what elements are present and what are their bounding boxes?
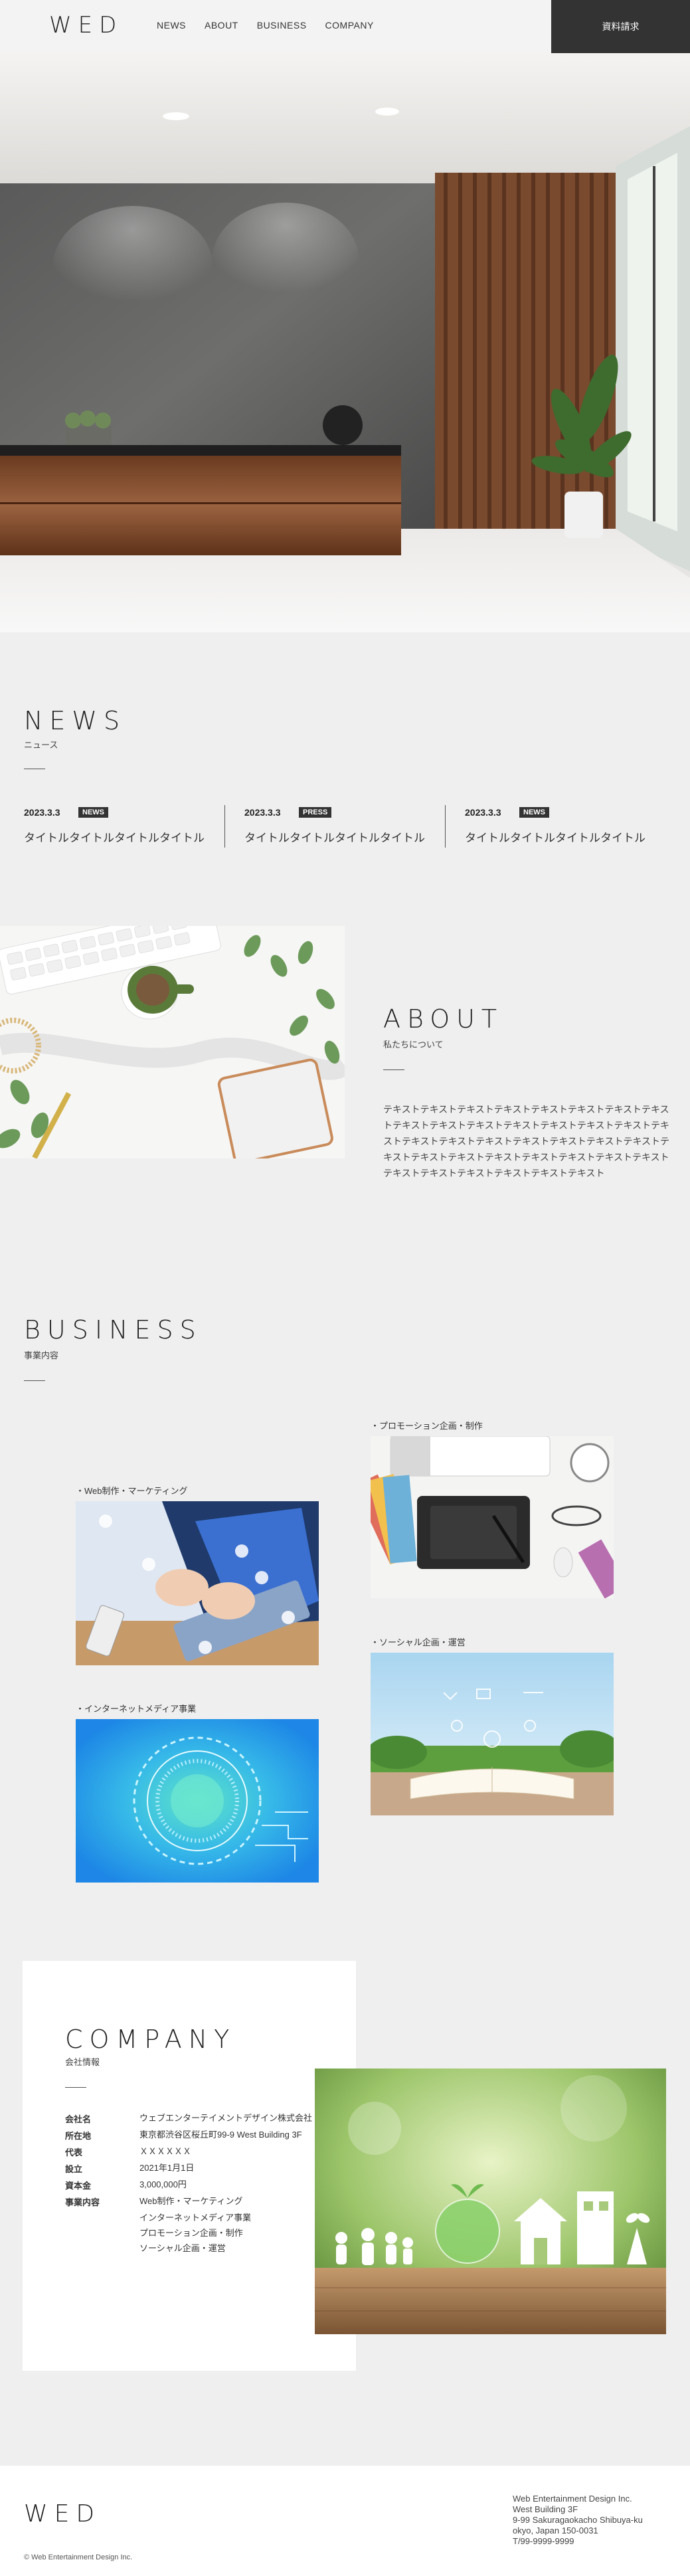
- about-divider-rule: [383, 1069, 404, 1070]
- company-row: 所在地 東京都渋谷区桜丘町99-9 West Building 3F: [65, 2129, 317, 2142]
- company-row-key: 設立: [65, 2164, 83, 2174]
- company-row-key: 代表: [65, 2148, 83, 2158]
- company-row: プロモーション企画・制作: [65, 2227, 317, 2239]
- news-date: 2023.3.3: [244, 807, 281, 818]
- hero-image: [0, 53, 690, 632]
- promotion-planning-image[interactable]: [371, 1436, 614, 1598]
- news-title-link[interactable]: タイトルタイトルタイトルタイトル: [24, 828, 205, 845]
- company-row-key: [65, 2243, 139, 2254]
- site-logo[interactable]: WED: [49, 12, 123, 39]
- news-title: NEWS: [24, 706, 127, 735]
- nav-business[interactable]: BUSINESS: [257, 20, 307, 31]
- company-row: 資本金 3,000,000円: [65, 2179, 317, 2191]
- news-title-link[interactable]: タイトルタイトルタイトルタイトル: [465, 828, 646, 845]
- news-date: 2023.3.3: [24, 807, 60, 818]
- site-footer: WED © Web Entertainment Design Inc. Web …: [0, 2466, 690, 2576]
- company-eco-image: [315, 2069, 666, 2334]
- company-row: インターネットメディア事業: [65, 2212, 317, 2223]
- nav-about[interactable]: ABOUT: [205, 20, 238, 31]
- main-nav: NEWS ABOUT BUSINESS COMPANY: [157, 20, 374, 31]
- company-title: COMPANY: [65, 2025, 236, 2054]
- company-row-key: 資本金: [65, 2181, 92, 2191]
- news-date: 2023.3.3: [465, 807, 501, 818]
- company-row-key: 会社名: [65, 2114, 92, 2124]
- company-row-value: インターネットメディア事業: [139, 2213, 252, 2223]
- news-title-link[interactable]: タイトルタイトルタイトルタイトル: [244, 828, 425, 845]
- news-item[interactable]: 2023.3.3 NEWS タイトルタイトルタイトルタイトル: [465, 807, 684, 848]
- news-column-divider: [445, 805, 446, 848]
- company-row-value: 東京都渋谷区桜丘町99-9 West Building 3F: [139, 2130, 302, 2140]
- social-planning-image[interactable]: [371, 1653, 614, 1815]
- company-row: 事業内容 Web制作・マーケティング: [65, 2195, 317, 2208]
- footer-address-line: Web Entertainment Design Inc.: [513, 2494, 632, 2504]
- site-header: WED NEWS ABOUT BUSINESS COMPANY 資料請求: [0, 0, 690, 53]
- nav-company[interactable]: COMPANY: [325, 20, 374, 31]
- footer-logo[interactable]: WED: [24, 2500, 101, 2528]
- company-row: 代表 ＸＸＸＸＸＸ: [65, 2146, 317, 2158]
- company-row-key: 所在地: [65, 2131, 92, 2141]
- company-row: ソーシャル企画・運営: [65, 2243, 317, 2254]
- footer-address: Web Entertainment Design Inc. West Build…: [513, 2494, 683, 2547]
- company-row-key: 事業内容: [65, 2197, 100, 2207]
- business-subtitle: 事業内容: [24, 1350, 59, 1360]
- company-row: 会社名 ウェブエンターテイメントデザイン株式会社: [65, 2112, 317, 2125]
- page: WED NEWS ABOUT BUSINESS COMPANY 資料請求 NEW…: [0, 0, 690, 2576]
- about-body-text: テキストテキストテキストテキストテキストテキストテキストテキストテキストテキスト…: [383, 1104, 670, 1178]
- company-row-value: 2021年1月1日: [139, 2163, 195, 2173]
- business-item-label[interactable]: ・プロモーション企画・制作: [371, 1419, 483, 1431]
- company-row-value: ソーシャル企画・運営: [139, 2243, 226, 2253]
- company-row-value: ウェブエンターテイメントデザイン株式会社: [139, 2113, 313, 2123]
- footer-address-line: West Building 3F: [513, 2504, 578, 2514]
- news-item[interactable]: 2023.3.3 NEWS タイトルタイトルタイトルタイトル: [24, 807, 243, 848]
- company-row: 設立 2021年1月1日: [65, 2162, 317, 2175]
- company-subtitle: 会社情報: [65, 2057, 100, 2067]
- news-item[interactable]: 2023.3.3 PRESS タイトルタイトルタイトルタイトル: [244, 807, 464, 848]
- business-item-label[interactable]: ・インターネットメディア事業: [76, 1702, 196, 1714]
- footer-copyright: © Web Entertainment Design Inc.: [24, 2553, 133, 2561]
- hero-lobby-illustration: [0, 53, 690, 632]
- business-item-label[interactable]: ・ソーシャル企画・運営: [371, 1635, 466, 1648]
- company-row-value: プロモーション企画・制作: [139, 2228, 243, 2238]
- news-subtitle: ニュース: [24, 740, 58, 750]
- business-item-label[interactable]: ・Web制作・マーケティング: [76, 1484, 187, 1497]
- about-subtitle: 私たちについて: [383, 1040, 444, 1050]
- business-divider-rule: [24, 1380, 45, 1381]
- nav-news[interactable]: NEWS: [157, 20, 186, 31]
- about-title: ABOUT: [383, 1004, 504, 1034]
- news-tag: NEWS: [519, 807, 549, 818]
- company-divider-rule: [65, 2087, 86, 2088]
- company-row-key: [65, 2212, 139, 2223]
- web-marketing-image[interactable]: [76, 1501, 319, 1665]
- news-tag: PRESS: [299, 807, 332, 818]
- news-column-divider: [224, 805, 225, 848]
- about-desk-image: [0, 926, 345, 1158]
- company-row-value: Web制作・マーケティング: [139, 2196, 243, 2206]
- internet-media-image[interactable]: [76, 1719, 319, 1883]
- company-row-value: ＸＸＸＸＸＸ: [139, 2146, 192, 2156]
- news-tag: NEWS: [78, 807, 108, 818]
- footer-address-line: T/99-9999-9999: [513, 2536, 574, 2546]
- company-row-value: 3,000,000円: [139, 2179, 187, 2189]
- company-info-table: 会社名 ウェブエンターテイメントデザイン株式会社 所在地 東京都渋谷区桜丘町99…: [65, 2112, 317, 2258]
- request-materials-button[interactable]: 資料請求: [551, 0, 690, 53]
- footer-address-line: 9-99 Sakuragaokacho Shibuya-ku: [513, 2515, 643, 2525]
- footer-address-line: okyo, Japan 150-0031: [513, 2526, 598, 2535]
- business-title: BUSINESS: [24, 1315, 203, 1344]
- company-row-key: [65, 2227, 139, 2239]
